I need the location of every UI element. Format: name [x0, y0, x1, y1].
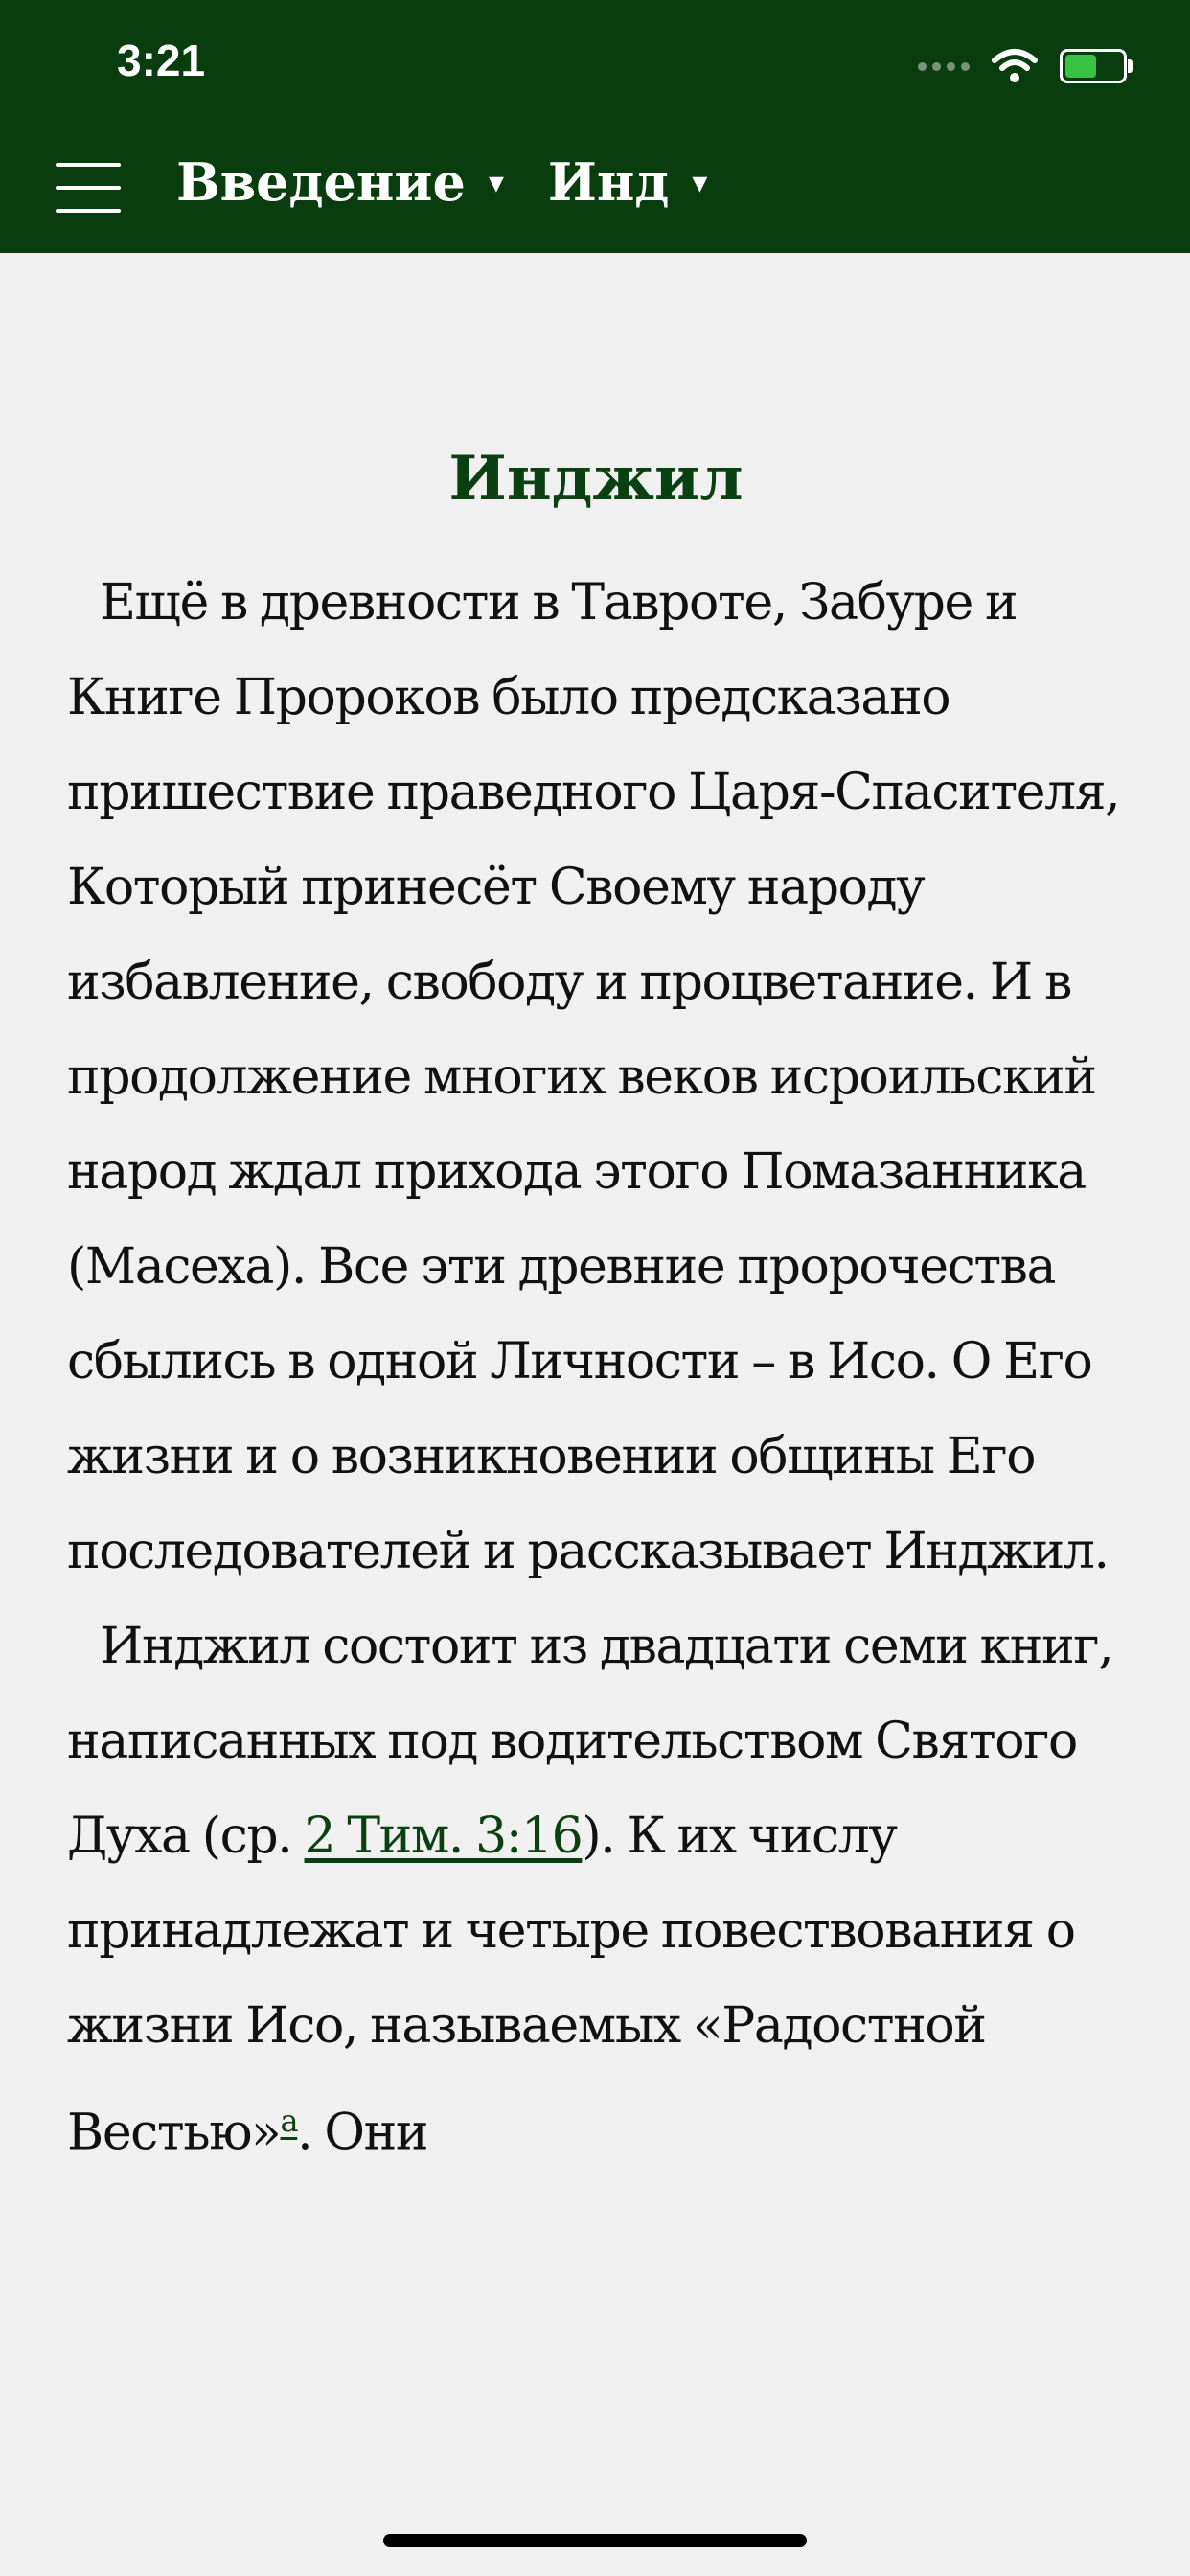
footnote-link[interactable]: а — [280, 2103, 298, 2139]
paragraph-text: . Они — [297, 2104, 428, 2162]
article-paragraph: Инджил состоит из двадцати семи книг, на… — [67, 1599, 1125, 2180]
scripture-reference-link[interactable]: 2 Тим. 3:16 — [305, 1807, 584, 1865]
chapter-selector-label: Инд — [547, 151, 670, 213]
book-selector-label: Введение — [176, 151, 466, 213]
hamburger-menu-icon[interactable] — [56, 163, 121, 213]
article-paragraph: Ещё в древности в Тавроте, Забуре и Книг… — [67, 574, 1121, 1580]
article-title: Инджил — [448, 443, 744, 515]
top-bar: 3:21 Введение ▾ Инд ▾ — [0, 0, 1190, 253]
chapter-selector[interactable]: Инд ▾ — [548, 151, 708, 213]
status-time: 3:21 — [117, 35, 206, 85]
cellular-signal-icon — [918, 61, 970, 71]
status-icons — [918, 42, 1133, 90]
home-indicator[interactable] — [383, 2534, 807, 2547]
chevron-down-icon: ▾ — [692, 164, 708, 200]
wifi-icon — [992, 49, 1038, 82]
book-selector[interactable]: Введение ▾ — [176, 151, 504, 213]
book-chapter-nav: Введение ▾ Инд ▾ — [176, 151, 707, 213]
chevron-down-icon: ▾ — [488, 164, 504, 200]
battery-charging-icon — [1060, 49, 1133, 83]
article: Инджил Ещё в древности в Тавроте, Забуре… — [67, 402, 1125, 2180]
